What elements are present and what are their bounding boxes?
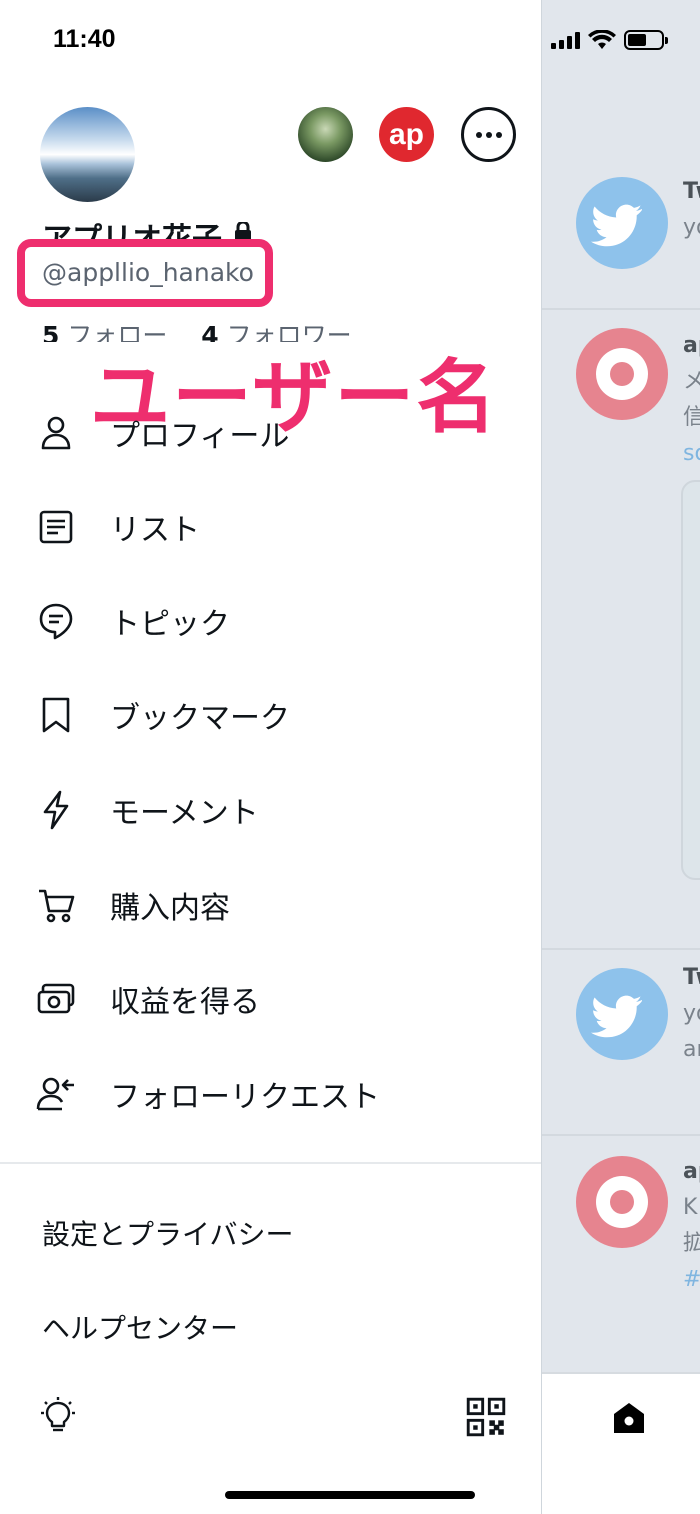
menu-item-moments[interactable]: モーメント <box>0 775 541 845</box>
bookmark-icon <box>36 695 76 735</box>
tweet-media-card <box>681 480 700 880</box>
battery-icon <box>624 30 668 50</box>
menu-item-monetization[interactable]: 収益を得る <box>0 964 541 1034</box>
tweet-text: メ <box>683 369 700 394</box>
person-icon <box>36 413 76 453</box>
display-name[interactable]: アプリオ花子 <box>42 214 222 242</box>
tweet-text: 信 <box>683 405 700 430</box>
timeline-tweet: ap K 拡 # <box>541 1136 700 1376</box>
menu-item-follow-requests[interactable]: フォローリクエスト <box>0 1059 541 1129</box>
home-indicator[interactable] <box>225 1491 475 1499</box>
tweet-link: so <box>683 441 700 466</box>
menu-item-label: モーメント <box>110 796 259 831</box>
menu-item-label: 収益を得る <box>110 985 260 1020</box>
cellular-signal-icon <box>551 31 580 49</box>
timeline-tweet: Tw yo ar <box>541 950 700 1136</box>
switch-account-ap-avatar[interactable]: ap <box>379 107 434 162</box>
tweet-text: ar <box>683 1037 700 1062</box>
ap-avatar <box>576 1156 668 1248</box>
menu-item-label: 購入内容 <box>110 891 230 926</box>
tweet-author: ap <box>683 333 700 358</box>
following-count[interactable]: 5 <box>42 321 59 342</box>
switch-account-avatar[interactable] <box>298 107 353 162</box>
menu-item-profile[interactable]: プロフィール <box>0 398 541 468</box>
list-icon <box>36 507 76 547</box>
menu-item-label: リスト <box>110 513 200 548</box>
profile-avatar[interactable] <box>40 107 135 202</box>
drawer-edge <box>541 0 542 1514</box>
lightbulb-icon[interactable] <box>38 1396 78 1436</box>
status-indicators <box>551 30 668 50</box>
twitter-avatar <box>576 177 668 269</box>
topic-icon <box>36 601 76 641</box>
money-icon <box>36 979 76 1019</box>
help-center-link[interactable]: ヘルプセンター <box>42 1307 238 1347</box>
timeline-tweet: ap メ 信 so <box>541 310 700 950</box>
timeline-background: Tw yo ap メ 信 so Tw yo ar ap K 拡 # <box>541 0 700 1514</box>
twitter-avatar <box>576 968 668 1060</box>
timeline-tab-bar <box>541 1372 700 1514</box>
tweet-author: Tw <box>683 965 700 990</box>
side-drawer: 11:40 ap アプリオ花子 @appllio_hanako 5 フォロー 4… <box>0 0 541 1514</box>
menu-item-label: ブックマーク <box>110 701 290 736</box>
follow-request-icon <box>36 1074 76 1114</box>
menu-item-label: トピック <box>110 607 230 642</box>
tweet-hashtag: # <box>683 1267 700 1292</box>
menu-item-lists[interactable]: リスト <box>0 492 541 562</box>
tweet-author: ap <box>683 1159 700 1184</box>
username-handle[interactable]: @appllio_hanako <box>42 258 254 287</box>
menu-divider <box>0 1162 541 1164</box>
tweet-text: K <box>683 1195 698 1220</box>
menu-item-purchases[interactable]: 購入内容 <box>0 870 541 940</box>
menu-item-label: フォローリクエスト <box>110 1080 380 1115</box>
tweet-text: yo <box>683 215 700 240</box>
more-accounts-button[interactable] <box>461 107 516 162</box>
lightning-icon <box>36 790 76 830</box>
tweet-text: 拡 <box>683 1231 700 1256</box>
cart-icon <box>36 885 76 925</box>
home-icon[interactable] <box>611 1400 647 1436</box>
menu-item-bookmarks[interactable]: ブックマーク <box>0 680 541 750</box>
status-time: 11:40 <box>53 25 116 53</box>
settings-privacy-link[interactable]: 設定とプライバシー <box>42 1213 293 1253</box>
wifi-icon <box>588 30 616 49</box>
timeline-tweet: Tw yo <box>541 160 700 310</box>
tweet-text: yo <box>683 1001 700 1026</box>
menu-item-topics[interactable]: トピック <box>0 586 541 656</box>
ap-avatar <box>576 328 668 420</box>
menu-item-label: プロフィール <box>110 419 290 454</box>
tweet-author: Tw <box>683 179 700 204</box>
qr-code-icon[interactable] <box>466 1397 506 1437</box>
